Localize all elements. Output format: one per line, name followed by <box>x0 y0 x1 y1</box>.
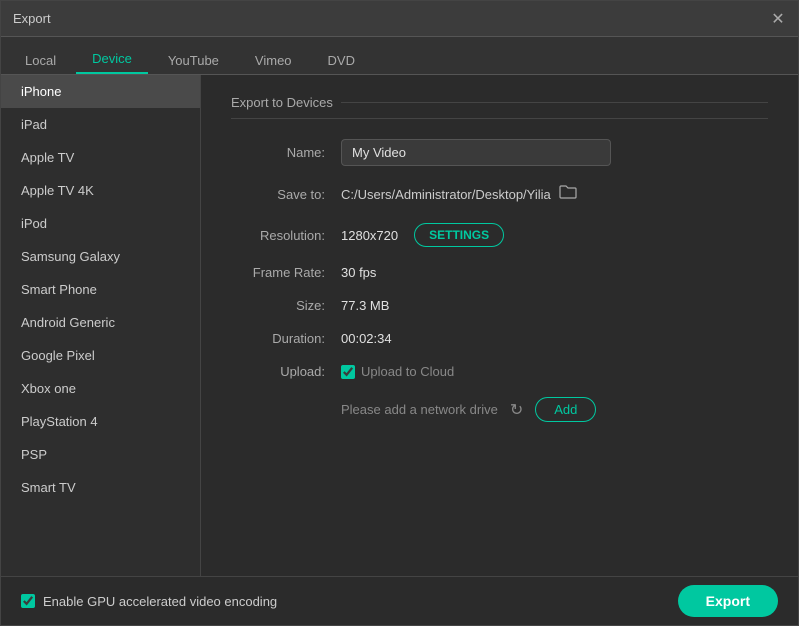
resolution-value: 1280x720 <box>341 228 398 243</box>
frame-rate-value: 30 fps <box>341 265 768 280</box>
resolution-row: Resolution: 1280x720 SETTINGS <box>231 223 768 247</box>
refresh-icon[interactable]: ↻ <box>510 400 523 420</box>
sidebar-item-ipod[interactable]: iPod <box>1 207 200 240</box>
save-to-path: C:/Users/Administrator/Desktop/Yilia <box>341 187 551 202</box>
sidebar-item-smart-tv[interactable]: Smart TV <box>1 471 200 504</box>
device-sidebar: iPhone iPad Apple TV Apple TV 4K iPod Sa… <box>1 75 201 576</box>
network-drive-text: Please add a network drive <box>341 402 498 417</box>
upload-cloud-checkbox[interactable] <box>341 365 355 379</box>
section-title: Export to Devices <box>231 95 768 119</box>
export-window: Export ✕ Local Device YouTube Vimeo DVD … <box>0 0 799 626</box>
folder-icon[interactable] <box>559 184 577 205</box>
upload-row: Upload: Upload to Cloud <box>231 364 768 379</box>
title-bar: Export ✕ <box>1 1 798 37</box>
tab-vimeo[interactable]: Vimeo <box>239 47 308 74</box>
duration-label: Duration: <box>231 331 341 346</box>
tab-local[interactable]: Local <box>9 47 72 74</box>
duration-value: 00:02:34 <box>341 331 768 346</box>
tab-bar: Local Device YouTube Vimeo DVD <box>1 37 798 75</box>
duration-row: Duration: 00:02:34 <box>231 331 768 346</box>
size-label: Size: <box>231 298 341 313</box>
close-button[interactable]: ✕ <box>770 11 786 27</box>
gpu-label-text: Enable GPU accelerated video encoding <box>43 594 277 609</box>
path-container: C:/Users/Administrator/Desktop/Yilia <box>341 184 577 205</box>
sidebar-item-samsung-galaxy[interactable]: Samsung Galaxy <box>1 240 200 273</box>
upload-label: Upload: <box>231 364 341 379</box>
tab-youtube[interactable]: YouTube <box>152 47 235 74</box>
tab-device[interactable]: Device <box>76 45 148 74</box>
sidebar-item-android-generic[interactable]: Android Generic <box>1 306 200 339</box>
upload-cloud-text: Upload to Cloud <box>361 364 454 379</box>
network-drive-row: Please add a network drive ↻ Add <box>231 397 768 422</box>
network-drive-controls: Please add a network drive ↻ Add <box>341 397 596 422</box>
resolution-controls: 1280x720 SETTINGS <box>341 223 504 247</box>
sidebar-item-playstation-4[interactable]: PlayStation 4 <box>1 405 200 438</box>
main-panel: Export to Devices Name: Save to: C:/User… <box>201 75 798 576</box>
sidebar-item-xbox-one[interactable]: Xbox one <box>1 372 200 405</box>
sidebar-item-iphone[interactable]: iPhone <box>1 75 200 108</box>
sidebar-item-psp[interactable]: PSP <box>1 438 200 471</box>
save-to-row: Save to: C:/Users/Administrator/Desktop/… <box>231 184 768 205</box>
add-button[interactable]: Add <box>535 397 596 422</box>
sidebar-item-smart-phone[interactable]: Smart Phone <box>1 273 200 306</box>
settings-button[interactable]: SETTINGS <box>414 223 504 247</box>
sidebar-item-ipad[interactable]: iPad <box>1 108 200 141</box>
bottom-bar: Enable GPU accelerated video encoding Ex… <box>1 576 798 625</box>
sidebar-item-apple-tv-4k[interactable]: Apple TV 4K <box>1 174 200 207</box>
gpu-encoding-checkbox[interactable] <box>21 594 35 608</box>
tab-dvd[interactable]: DVD <box>312 47 371 74</box>
upload-section: Upload to Cloud <box>341 364 454 379</box>
frame-rate-label: Frame Rate: <box>231 265 341 280</box>
save-to-label: Save to: <box>231 187 341 202</box>
size-row: Size: 77.3 MB <box>231 298 768 313</box>
size-value: 77.3 MB <box>341 298 768 313</box>
window-title: Export <box>13 11 51 26</box>
name-input[interactable] <box>341 139 611 166</box>
resolution-label: Resolution: <box>231 228 341 243</box>
export-button[interactable]: Export <box>678 585 778 617</box>
name-row: Name: <box>231 139 768 166</box>
frame-rate-row: Frame Rate: 30 fps <box>231 265 768 280</box>
sidebar-item-apple-tv[interactable]: Apple TV <box>1 141 200 174</box>
gpu-encoding-label[interactable]: Enable GPU accelerated video encoding <box>21 594 277 609</box>
sidebar-item-google-pixel[interactable]: Google Pixel <box>1 339 200 372</box>
name-label: Name: <box>231 145 341 160</box>
upload-cloud-label[interactable]: Upload to Cloud <box>341 364 454 379</box>
content-area: iPhone iPad Apple TV Apple TV 4K iPod Sa… <box>1 75 798 576</box>
